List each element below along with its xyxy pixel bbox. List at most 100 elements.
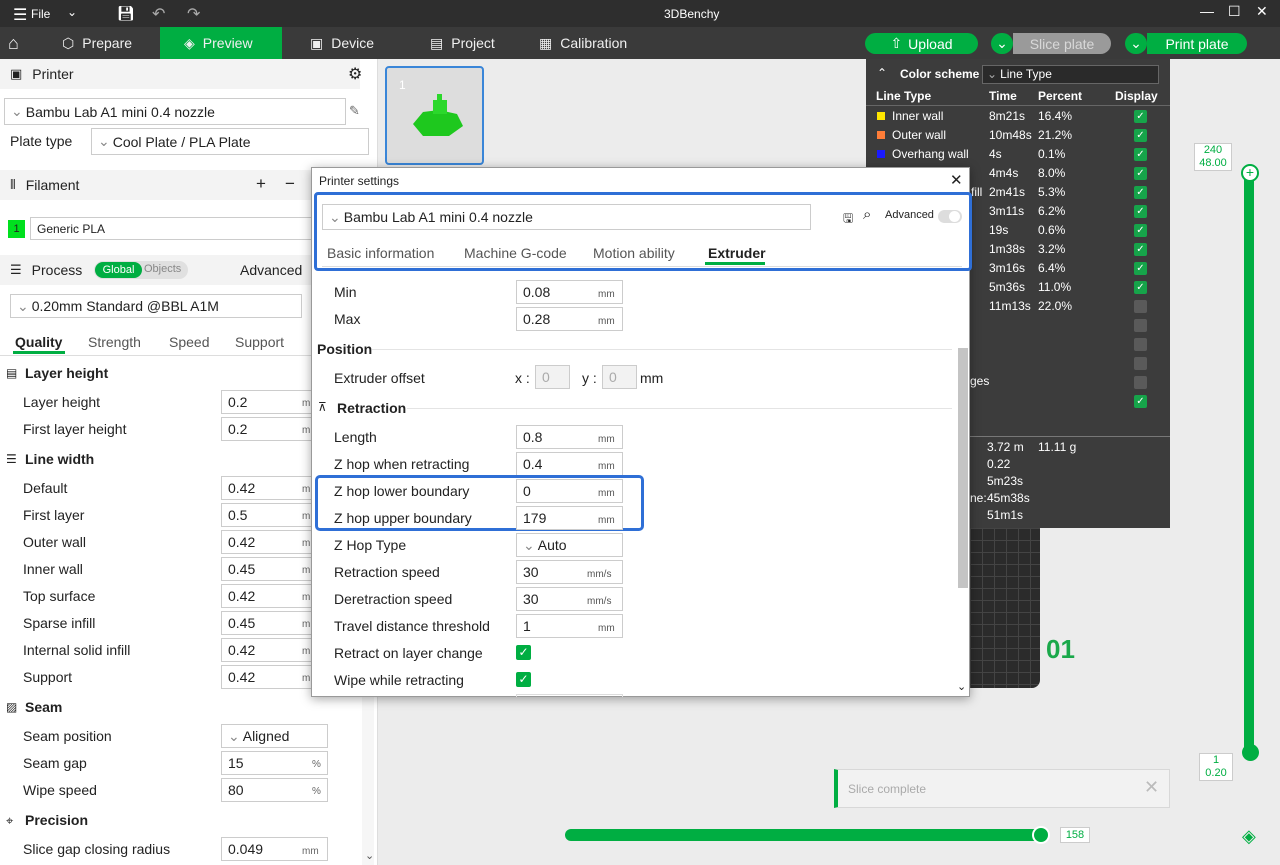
filament-select[interactable]: Generic PLA [30, 217, 320, 240]
hamburger-menu-icon[interactable]: ☰ [13, 5, 27, 25]
printer-settings-gear-icon[interactable]: ⚙ [348, 64, 362, 84]
print-plate-button[interactable]: Print plate [1147, 33, 1247, 54]
device-icon: ▣ [310, 34, 324, 51]
layer-slider-top-handle[interactable]: + [1241, 164, 1259, 182]
display-checkbox[interactable] [1134, 376, 1147, 389]
tab-prepare[interactable]: ⬡ Prepare [62, 27, 172, 59]
undo-icon[interactable]: ↶ [152, 4, 165, 24]
retract-layer-change-checkbox[interactable]: ✓ [516, 645, 531, 660]
slice-plate-button[interactable]: Slice plate [1013, 33, 1111, 54]
color-scheme-select[interactable]: ⌄ Line Type [982, 65, 1159, 84]
tab-project[interactable]: ▤ Project [430, 27, 530, 59]
advanced-label: Advanced [240, 262, 303, 278]
process-scope-toggle[interactable]: Global Objects [94, 261, 188, 279]
display-checkbox[interactable]: ✓ [1134, 262, 1147, 275]
tab-calibration[interactable]: ▦ Calibration [539, 27, 649, 59]
divider [0, 355, 360, 356]
scroll-down-icon[interactable]: ⌄ [365, 849, 374, 862]
notification-text: Slice complete [848, 782, 927, 796]
tab-basic-information[interactable]: Basic information [327, 245, 434, 261]
layer-slider-track[interactable] [1244, 172, 1254, 754]
display-checkbox[interactable]: ✓ [1134, 148, 1147, 161]
tab-motion-ability[interactable]: Motion ability [593, 245, 675, 261]
notification-close-icon[interactable]: ✕ [1144, 777, 1159, 798]
zhop-type-select[interactable]: ⌄ Auto [516, 533, 623, 557]
display-checkbox[interactable]: ✓ [1134, 243, 1147, 256]
layers-view-icon[interactable]: ◈ [1242, 826, 1256, 847]
display-checkbox[interactable]: ✓ [1134, 281, 1147, 294]
tab-quality[interactable]: Quality [15, 334, 62, 350]
display-checkbox[interactable] [1134, 319, 1147, 332]
add-filament-icon[interactable]: + [256, 174, 266, 194]
tab-speed[interactable]: Speed [169, 334, 209, 350]
tab-label: Device [331, 35, 375, 51]
move-slider-handle[interactable] [1032, 826, 1050, 844]
collapse-icon[interactable]: ⌃ [877, 66, 887, 80]
dialog-scrollbar-thumb[interactable] [958, 348, 968, 588]
legend-row-time: 8m21s [989, 109, 1026, 123]
scroll-down-icon[interactable]: ⌄ [957, 680, 966, 693]
wipe-checkbox[interactable]: ✓ [516, 672, 531, 687]
tab-extruder[interactable]: Extruder [708, 245, 766, 261]
tab-machine-gcode[interactable]: Machine G-code [464, 245, 567, 261]
process-preset-select[interactable]: ⌄ 0.20mm Standard @BBL A1M [10, 294, 302, 318]
deretraction-speed-label: Deretraction speed [334, 591, 453, 607]
legend-row-percent: 6.4% [1038, 261, 1066, 275]
advanced-toggle-switch[interactable] [938, 210, 962, 223]
tab-preview[interactable]: ◈ Preview [160, 27, 282, 59]
seam-gap-label: Seam gap [23, 755, 87, 771]
display-checkbox[interactable]: ✓ [1134, 395, 1147, 408]
objects-toggle[interactable]: Objects [144, 263, 181, 275]
layers-icon: ◈ [184, 34, 195, 51]
minimize-icon[interactable]: — [1200, 3, 1214, 19]
print-dropdown-button[interactable]: ⌄ [1125, 33, 1147, 54]
line-width-internal-solid-infill-label: Internal solid infill [23, 642, 131, 658]
zhop-upper-boundary-label: Z hop upper boundary [334, 510, 472, 526]
display-checkbox[interactable]: ✓ [1134, 224, 1147, 237]
tab-device[interactable]: ▣ Device [310, 27, 410, 59]
move-slider-track[interactable] [565, 829, 1043, 841]
global-toggle[interactable]: Global [95, 262, 142, 278]
chevron-down-icon[interactable]: ⌄ [67, 5, 77, 19]
plate-thumbnail[interactable]: 1 [385, 66, 484, 165]
display-checkbox[interactable]: ✓ [1134, 129, 1147, 142]
dialog-close-icon[interactable]: ✕ [950, 171, 963, 189]
home-icon[interactable]: ⌂ [8, 27, 34, 59]
redo-icon[interactable]: ↷ [187, 4, 200, 24]
slice-dropdown-button[interactable]: ⌄ [991, 33, 1013, 54]
next-input-partial [516, 694, 623, 697]
extruder-offset-label: Extruder offset [334, 370, 425, 386]
display-checkbox[interactable]: ✓ [1134, 205, 1147, 218]
display-checkbox[interactable] [1134, 300, 1147, 313]
display-checkbox[interactable]: ✓ [1134, 167, 1147, 180]
display-checkbox[interactable]: ✓ [1134, 110, 1147, 123]
save-preset-icon[interactable]: 🖫 [843, 209, 853, 230]
printer-preset-select[interactable]: ⌄ Bambu Lab A1 mini 0.4 nozzle [4, 98, 346, 125]
layer-slider-bottom-handle[interactable] [1242, 744, 1259, 761]
dialog-preset-select[interactable]: ⌄ Bambu Lab A1 mini 0.4 nozzle [322, 204, 811, 230]
extruder-offset-y-input[interactable]: 0 [602, 365, 637, 389]
tab-strength[interactable]: Strength [88, 334, 141, 350]
display-checkbox[interactable]: ✓ [1134, 186, 1147, 199]
legend-row-time: 4s [989, 147, 1002, 161]
unit-label: mm [598, 515, 615, 526]
display-checkbox[interactable] [1134, 338, 1147, 351]
upload-button[interactable]: ⇧ Upload [865, 33, 978, 54]
unit-label: mm [598, 289, 615, 300]
edit-icon[interactable]: ✎ [349, 103, 360, 119]
display-checkbox[interactable] [1134, 357, 1147, 370]
close-icon[interactable]: ✕ [1256, 3, 1268, 20]
plate-type-select[interactable]: ⌄ Cool Plate / PLA Plate [91, 128, 369, 155]
file-menu[interactable]: File [31, 7, 50, 21]
save-icon[interactable]: 💾︎ [117, 5, 135, 22]
tab-support[interactable]: Support [235, 334, 284, 350]
seam-position-select[interactable]: ⌄ Aligned [221, 724, 328, 748]
search-icon[interactable]: ⌕ [863, 206, 871, 223]
retraction-group-icon: ⊼ [318, 400, 327, 414]
wipe-label: Wipe while retracting [334, 672, 464, 688]
maximize-icon[interactable]: ☐ [1228, 3, 1241, 20]
extruder-offset-x-input[interactable]: 0 [535, 365, 570, 389]
legend-swatch [877, 131, 885, 139]
remove-filament-icon[interactable]: − [285, 174, 295, 194]
printer-section-header: ▣ Printer [0, 59, 360, 89]
